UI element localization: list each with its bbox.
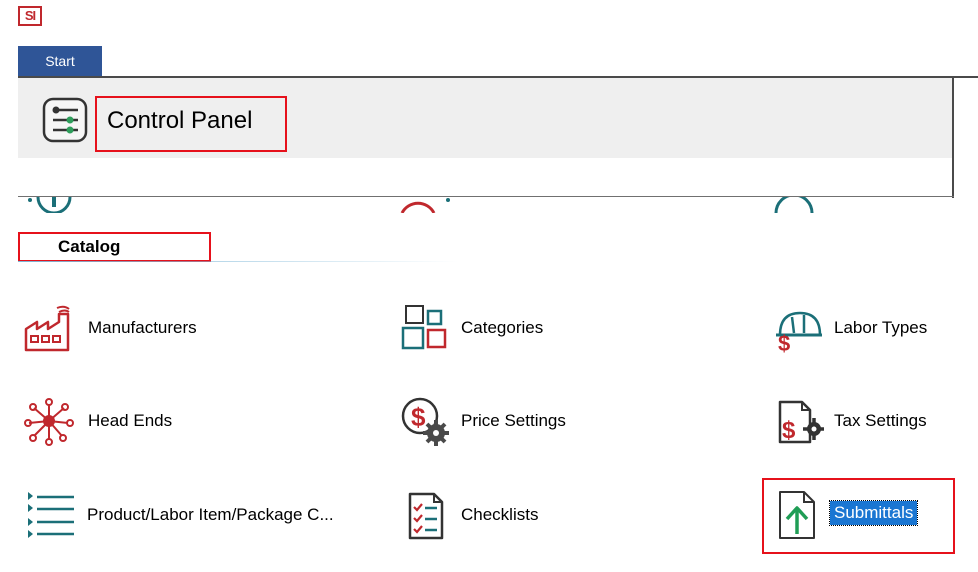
svg-text:$: $ — [411, 402, 426, 432]
catalog-item-label: Categories — [461, 318, 544, 337]
partial-shield-icon — [774, 197, 814, 213]
hardhat-dollar-icon: $ — [776, 311, 822, 353]
catalog-item-tax-settings[interactable]: $ Tax Settings — [774, 396, 954, 446]
app-logo: SI — [18, 6, 42, 26]
catalog-item-categories[interactable]: Categories — [400, 303, 620, 353]
catalog-item-label: Tax Settings — [834, 411, 927, 430]
catalog-item-product-labor-packages[interactable]: Product/Labor Item/Package C... — [24, 490, 364, 540]
section-underline — [18, 261, 458, 262]
title-highlight-box — [95, 96, 287, 152]
svg-text:$: $ — [778, 331, 790, 353]
submittals-highlight-box — [762, 478, 955, 554]
catalog-item-price-settings[interactable]: $ Price Settings — [400, 396, 620, 446]
catalog-item-head-ends[interactable]: Head Ends — [24, 396, 324, 446]
dollar-gear-icon: $ — [401, 397, 449, 446]
partial-info-icon — [28, 197, 72, 213]
catalog-item-label: Manufacturers — [88, 318, 197, 337]
catalog-item-checklists[interactable]: Checklists — [400, 490, 620, 540]
tax-document-icon: $ — [778, 400, 824, 444]
catalog-item-label: Product/Labor Item/Package C... — [87, 505, 334, 524]
catalog-highlight-box — [18, 232, 211, 262]
checklist-icon — [408, 492, 444, 540]
factory-icon — [24, 305, 70, 352]
svg-text:$: $ — [782, 417, 796, 444]
list-icon — [28, 492, 74, 538]
categories-icon — [401, 305, 447, 350]
network-hub-icon — [24, 398, 74, 446]
catalog-item-label: Checklists — [461, 505, 539, 524]
tab-start[interactable]: Start — [18, 46, 102, 76]
catalog-item-label: Labor Types — [834, 318, 928, 337]
catalog-item-label: Head Ends — [88, 411, 173, 430]
catalog-item-manufacturers[interactable]: Manufacturers — [24, 303, 324, 353]
partial-clock-icon — [400, 198, 450, 213]
control-panel-icon — [42, 97, 88, 143]
catalog-item-label: Price Settings — [461, 411, 566, 430]
catalog-item-labor-types[interactable]: $ Labor Types — [774, 303, 954, 353]
panel-right-border — [952, 78, 954, 198]
